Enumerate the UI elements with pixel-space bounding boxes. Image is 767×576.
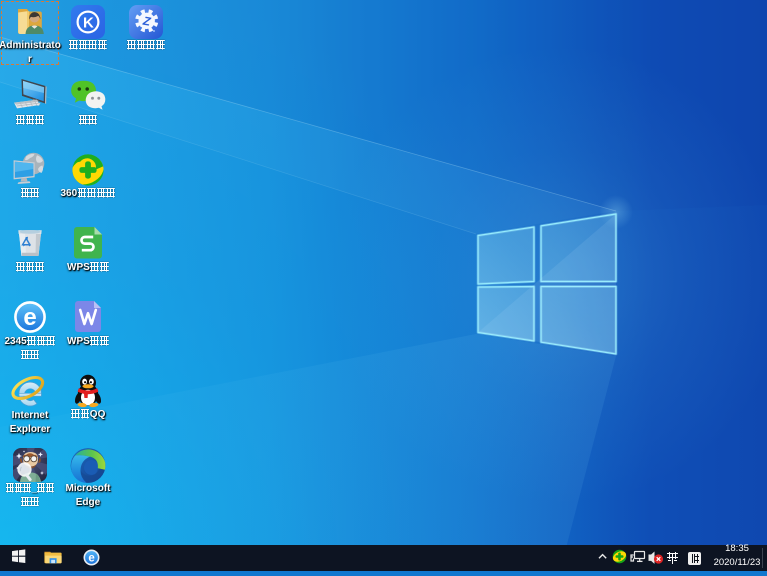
svg-text:K: K: [83, 14, 94, 31]
svg-text:e: e: [88, 553, 94, 565]
svg-text:e: e: [23, 304, 36, 331]
